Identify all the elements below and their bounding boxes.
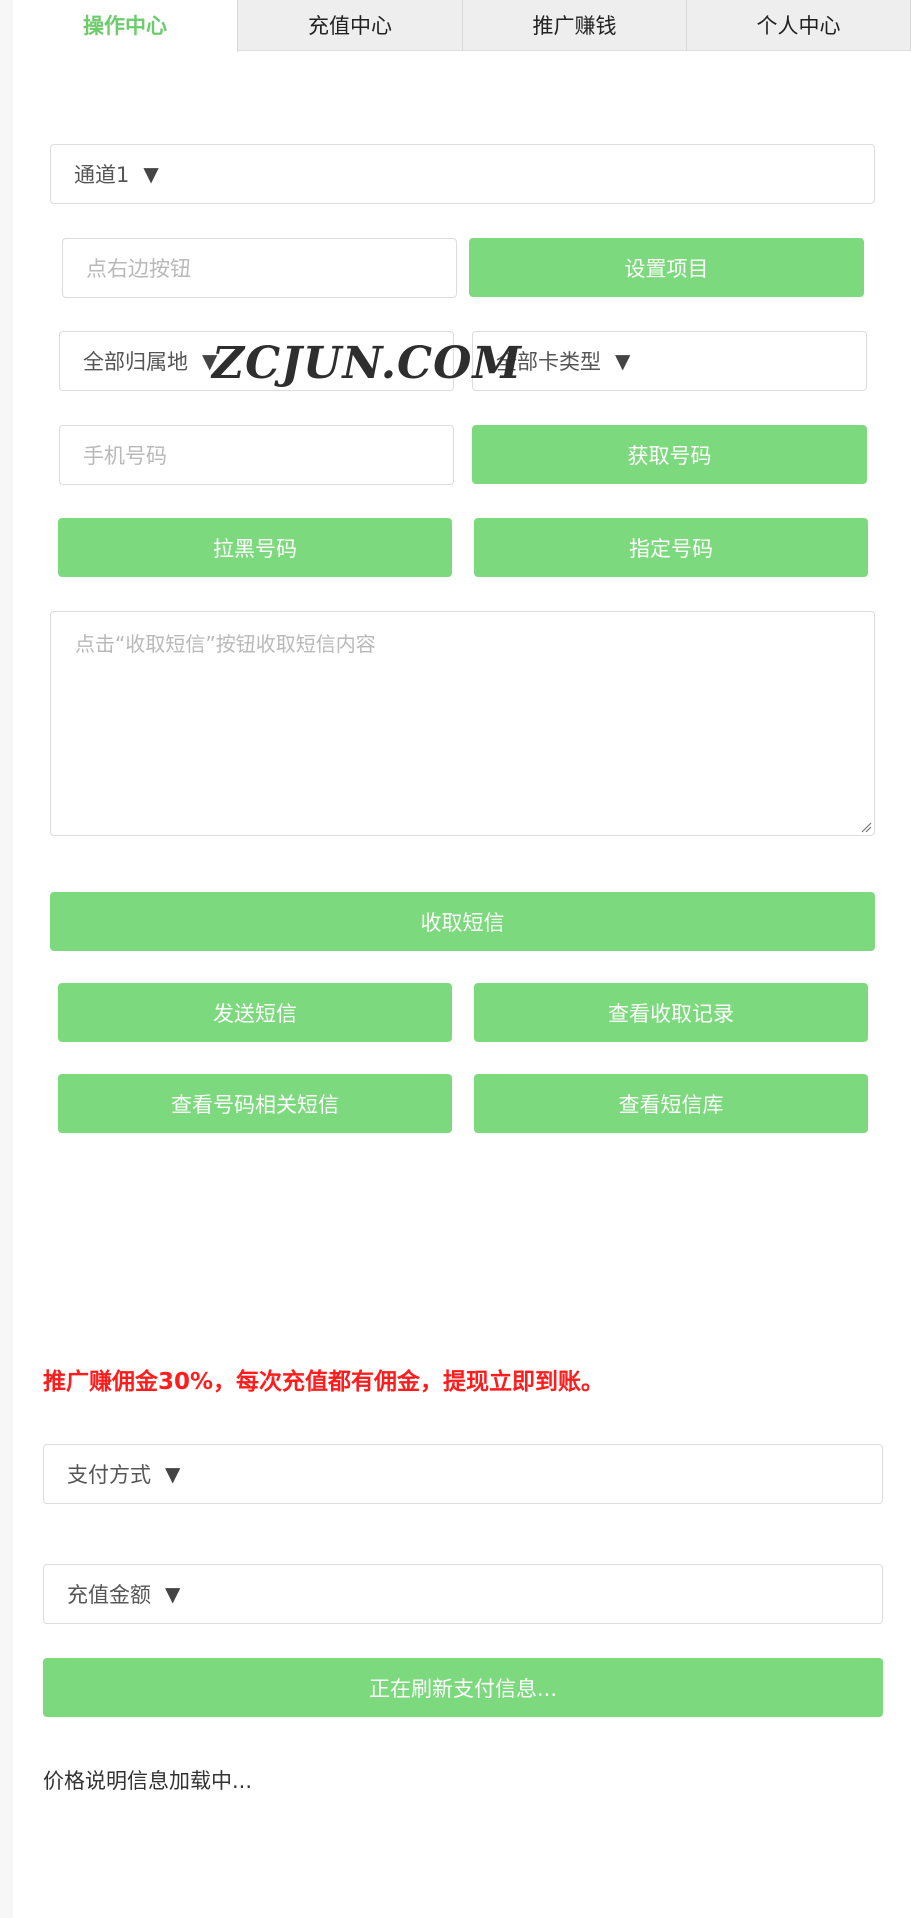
sms-textarea-placeholder: 点击“收取短信”按钮收取短信内容	[75, 632, 376, 656]
tab-recharge-center[interactable]: 充值中心	[238, 0, 463, 51]
set-project-button[interactable]: 设置项目	[469, 238, 864, 297]
dropdown-arrow-icon: ▼	[615, 349, 631, 373]
view-related-sms-button[interactable]: 查看号码相关短信	[58, 1074, 452, 1133]
dropdown-arrow-icon: ▼	[165, 1582, 181, 1606]
promo-text: 推广赚佣金30%，每次充值都有佣金，提现立即到账。	[43, 1369, 605, 1395]
send-sms-button[interactable]: 发送短信	[58, 983, 452, 1042]
price-info-text: 价格说明信息加载中...	[43, 1769, 253, 1793]
get-number-button[interactable]: 获取号码	[472, 425, 867, 484]
watermark: ZCJUN.COM	[212, 338, 523, 389]
payment-method-select[interactable]: 支付方式 ▼	[43, 1444, 883, 1504]
refresh-payment-button[interactable]: 正在刷新支付信息...	[43, 1658, 883, 1717]
tab-bar: 操作中心 充值中心 推广赚钱 个人中心	[13, 0, 911, 52]
card-type-select[interactable]: 全部卡类型 ▼	[472, 331, 867, 391]
receive-sms-button[interactable]: 收取短信	[50, 892, 875, 951]
payment-method-value: 支付方式	[67, 1463, 151, 1487]
view-receive-records-button[interactable]: 查看收取记录	[474, 983, 868, 1042]
project-input[interactable]: 点右边按钮	[62, 238, 457, 298]
sms-content-textarea[interactable]: 点击“收取短信”按钮收取短信内容	[50, 611, 875, 836]
region-select-value: 全部归属地	[83, 350, 188, 374]
tab-operation-center[interactable]: 操作中心	[13, 0, 238, 52]
left-edge	[0, 0, 13, 1918]
tab-promotion[interactable]: 推广赚钱	[463, 0, 687, 51]
dropdown-arrow-icon: ▼	[143, 162, 159, 186]
dropdown-arrow-icon: ▼	[165, 1462, 181, 1486]
channel-select[interactable]: 通道1 ▼	[50, 144, 875, 204]
assign-number-button[interactable]: 指定号码	[474, 518, 868, 577]
tab-personal-center[interactable]: 个人中心	[687, 0, 911, 51]
recharge-amount-select[interactable]: 充值金额 ▼	[43, 1564, 883, 1624]
phone-input-placeholder: 手机号码	[83, 444, 167, 468]
blacklist-number-button[interactable]: 拉黑号码	[58, 518, 452, 577]
recharge-amount-value: 充值金额	[67, 1583, 151, 1607]
phone-input[interactable]: 手机号码	[59, 425, 454, 485]
resize-handle-icon[interactable]	[860, 821, 872, 833]
channel-select-value: 通道1	[74, 163, 130, 187]
view-sms-library-button[interactable]: 查看短信库	[474, 1074, 868, 1133]
project-input-placeholder: 点右边按钮	[86, 257, 191, 281]
